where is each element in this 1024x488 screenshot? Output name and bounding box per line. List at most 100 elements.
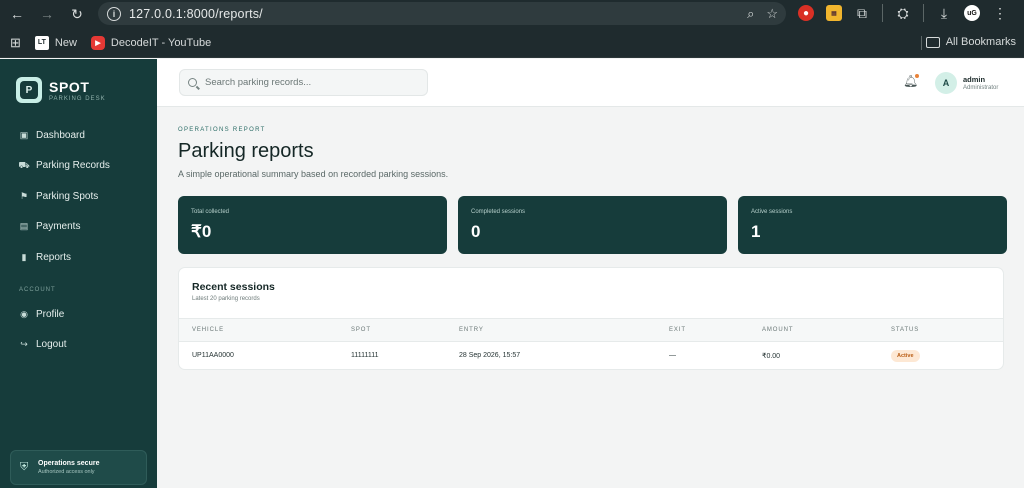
toolbar-divider <box>882 4 883 22</box>
all-bookmarks-label: All Bookmarks <box>945 36 1016 48</box>
user-name[interactable]: admin <box>963 75 985 84</box>
zoom-icon[interactable]: ⌕ <box>747 6 754 22</box>
dashboard-icon: ▣ <box>19 129 29 140</box>
column-header-amount: AMOUNT <box>762 327 794 333</box>
bookmark-new[interactable]: LT New <box>34 35 77 50</box>
stat-value: ₹0 <box>191 222 212 241</box>
table-header: VEHICLE SPOT ENTRY EXIT AMOUNT STATUS <box>179 318 1003 342</box>
sidebar-section-label: ACCOUNT <box>19 287 56 293</box>
recent-sessions-card: Recent sessions Latest 20 parking record… <box>178 267 1004 370</box>
site-info-icon[interactable]: i <box>107 6 121 21</box>
stat-label: Active sessions <box>751 209 793 215</box>
notifications-bell-icon[interactable]: 🔔︎ <box>903 74 919 90</box>
sidebar-item-logout[interactable]: ↪ Logout <box>0 330 157 361</box>
notification-dot <box>915 74 919 78</box>
all-bookmarks-button[interactable]: All Bookmarks <box>925 36 1016 48</box>
column-header-entry: ENTRY <box>459 327 484 333</box>
sidebar-item-label: Reports <box>36 251 72 263</box>
sidebar-nav: ▣ Dashboard ⛟ Parking Records ⚑ Parking … <box>0 120 157 273</box>
stat-card-active-sessions: Active sessions 1 <box>738 196 1007 254</box>
brand[interactable]: P SPOT PARKING DESK <box>16 77 106 103</box>
bookmark-label: DecodeIT - YouTube <box>110 36 212 49</box>
cell-vehicle: UP11AA0000 <box>192 352 234 359</box>
main-content: OPERATIONS REPORT Parking reports A simp… <box>157 108 1024 488</box>
status-badge: Active <box>891 350 920 362</box>
cell-spot: 11111111 <box>351 352 379 359</box>
security-notice: ⛨ Operations secure Authorized access on… <box>10 450 147 485</box>
sidebar-item-label: Parking Records <box>36 160 110 172</box>
sidebar-item-dashboard[interactable]: ▣ Dashboard <box>0 120 157 151</box>
cell-entry: 28 Sep 2026, 15:57 <box>459 352 521 359</box>
table-row[interactable]: UP11AA0000 11111111 28 Sep 2026, 15:57 —… <box>179 343 1003 369</box>
extensions-puzzle-icon[interactable]: ⧉ <box>854 5 870 21</box>
sidebar-account-nav: ◉ Profile ↪ Logout <box>0 299 157 360</box>
bookmark-favicon-icon: LT <box>34 35 49 50</box>
bookmarks-bar: ⊞ LT New ▶ DecodeIT - YouTube All Bookma… <box>0 28 1024 58</box>
search-input[interactable] <box>205 77 415 88</box>
incognito-icon[interactable]: ⛭ <box>895 5 911 21</box>
bookmark-youtube[interactable]: ▶ DecodeIT - YouTube <box>90 35 212 50</box>
card-title: Recent sessions <box>192 281 275 293</box>
back-icon[interactable]: ← <box>4 1 30 27</box>
bookmark-label: New <box>54 36 77 49</box>
car-icon: ⛟ <box>18 159 30 170</box>
reload-icon[interactable]: ↻ <box>64 1 90 27</box>
youtube-icon: ▶ <box>90 35 105 50</box>
address-bar[interactable]: i 127.0.0.1:8000/reports/ ⌕ ☆ <box>98 2 786 25</box>
logout-icon: ↪ <box>20 339 28 350</box>
avatar[interactable]: A <box>935 72 957 94</box>
sidebar-item-profile[interactable]: ◉ Profile <box>0 299 157 330</box>
column-header-vehicle: VEHICLE <box>192 327 224 333</box>
brand-subtitle: PARKING DESK <box>49 95 106 102</box>
stat-label: Completed sessions <box>471 209 526 215</box>
sidebar-item-reports[interactable]: ▮ Reports <box>0 242 157 273</box>
sidebar-item-label: Logout <box>36 339 67 351</box>
page-title: Parking reports <box>178 140 314 162</box>
stats-row: Total collected ₹0 Completed sessions 0 … <box>178 196 1007 254</box>
wallet-icon: ▤ <box>19 221 29 232</box>
menu-kebab-icon[interactable]: ⋮ <box>992 5 1008 21</box>
brand-logo-letter: P <box>20 81 38 99</box>
bookmark-star-icon[interactable]: ☆ <box>766 6 778 22</box>
brand-name: SPOT <box>49 78 90 95</box>
forward-icon[interactable]: → <box>34 1 60 27</box>
page-subtitle: A simple operational summary based on re… <box>178 169 449 179</box>
toolbar-divider <box>923 4 924 22</box>
sidebar-item-label: Dashboard <box>36 129 85 141</box>
sidebar-item-label: Profile <box>36 308 65 320</box>
sidebar-item-label: Parking Spots <box>36 190 99 202</box>
sidebar-item-parking-spots[interactable]: ⚑ Parking Spots <box>0 181 157 212</box>
security-title: Operations secure <box>38 460 100 467</box>
sidebar-item-label: Payments <box>36 221 81 233</box>
cell-amount: ₹0.00 <box>762 353 781 360</box>
brand-logo-icon: P <box>16 77 42 103</box>
column-header-spot: SPOT <box>351 327 371 333</box>
app-topbar: 🔔︎ A admin Administrator <box>157 59 1024 107</box>
chart-icon: ▮ <box>21 251 27 262</box>
search-icon <box>188 78 197 87</box>
browser-toolbar: ← → ↻ i 127.0.0.1:8000/reports/ ⌕ ☆ ● ▦ … <box>0 0 1024 28</box>
signpost-icon: ⚑ <box>19 190 29 201</box>
search-box[interactable] <box>179 69 428 96</box>
url-text[interactable]: 127.0.0.1:8000/reports/ <box>129 7 263 21</box>
extension-red-icon[interactable]: ● <box>798 5 814 21</box>
stat-card-completed-sessions: Completed sessions 0 <box>458 196 727 254</box>
extension-yellow-icon[interactable]: ▦ <box>826 5 842 21</box>
security-subtitle: Authorized access only <box>38 469 95 475</box>
shield-icon: ⛨ <box>20 460 29 473</box>
profile-avatar[interactable]: uG <box>964 5 980 21</box>
sidebar-item-payments[interactable]: ▤ Payments <box>0 212 157 243</box>
column-header-status: STATUS <box>891 327 920 333</box>
sidebar-item-parking-records[interactable]: ⛟ Parking Records <box>0 151 157 182</box>
apps-grid-icon[interactable]: ⊞ <box>10 35 21 51</box>
stat-value: 1 <box>751 222 761 241</box>
card-subtitle: Latest 20 parking records <box>192 296 260 302</box>
column-header-exit: EXIT <box>669 327 686 333</box>
stat-label: Total collected <box>191 209 230 215</box>
download-icon[interactable]: ⤓ <box>936 5 952 21</box>
folder-icon <box>925 36 940 48</box>
page-eyebrow: OPERATIONS REPORT <box>178 127 266 133</box>
stat-card-total-collected: Total collected ₹0 <box>178 196 447 254</box>
bookmarks-divider <box>921 36 922 50</box>
sidebar: P SPOT PARKING DESK ▣ Dashboard ⛟ Parkin… <box>0 59 157 488</box>
